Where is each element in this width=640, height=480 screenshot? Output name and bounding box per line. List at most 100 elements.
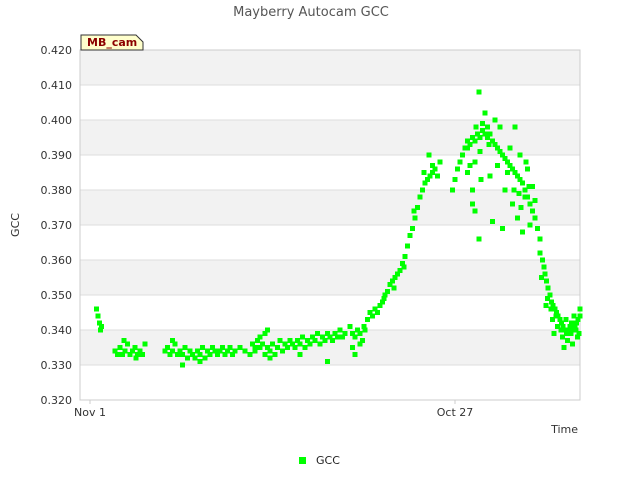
data-point [237,345,243,350]
data-point [272,352,278,357]
data-point [537,236,543,242]
data-point [277,338,283,343]
data-point [577,313,583,319]
grid-band [80,295,580,330]
data-point [530,208,535,214]
data-point [570,341,575,347]
data-point [500,226,505,231]
grid-band [80,50,580,85]
data-point [197,359,203,364]
data-point [477,135,483,140]
data-point [352,334,358,340]
chart-title: Mayberry Autocam GCC [233,5,389,20]
data-point [347,324,353,329]
data-point [465,145,470,151]
data-point [365,317,370,322]
data-point [285,345,290,350]
data-point [527,201,533,207]
data-point [435,173,440,179]
data-point [490,219,495,224]
data-point [292,345,298,350]
data-point [192,355,198,361]
data-point [480,121,485,126]
data-point [350,345,355,350]
data-point [565,338,570,343]
data-point [477,149,483,154]
data-point [507,145,513,151]
y-tick-label: 0.330 [41,359,73,372]
data-point [330,338,335,343]
data-point [455,166,460,172]
data-point [375,310,380,315]
legend-swatch [299,457,306,464]
data-point [430,163,435,168]
data-point [325,359,330,364]
data-point [457,159,463,165]
data-point [525,166,530,172]
data-point [470,187,475,193]
data-point [207,352,213,357]
y-tick-label: 0.370 [41,219,73,232]
y-tick-label: 0.360 [41,254,73,267]
data-point [522,194,528,200]
data-point [370,313,375,319]
data-point [487,173,493,179]
data-point [512,124,518,130]
data-point [472,159,478,165]
data-point [362,327,368,333]
data-point [526,184,532,189]
y-tick-label: 0.410 [41,79,73,92]
data-point [300,334,305,340]
data-point [342,331,348,336]
data-point [94,306,99,312]
data-point [132,345,138,350]
data-point [260,341,265,347]
data-point [385,289,390,294]
data-point [182,345,188,350]
data-point [551,331,557,336]
data-point [170,338,175,343]
data-point [576,331,582,336]
data-point [412,215,418,221]
data-point [497,124,503,130]
data-point [472,138,478,144]
data-point [170,348,175,354]
data-point [337,327,343,333]
grid-band [80,260,580,295]
data-point [202,355,208,361]
data-point [297,341,303,347]
data-point [357,341,363,347]
y-tick-label: 0.350 [41,289,73,302]
data-point [180,362,185,368]
data-point [317,341,323,347]
y-tick-label: 0.380 [41,184,73,197]
data-point [545,285,551,291]
legend-label: GCC [316,454,340,467]
data-point [535,226,540,231]
data-point [307,341,313,347]
data-point [322,338,328,343]
data-point [270,341,275,347]
data-point [539,275,544,280]
data-point [115,352,120,357]
data-point [452,177,458,182]
grid-band [80,85,580,120]
y-axis: 0.320 0.330 0.340 0.350 0.360 0.370 0.380 0.390… [41,44,73,407]
data-point [437,159,443,165]
y-tick-label: 0.390 [41,149,73,162]
data-point [142,341,148,347]
data-point [335,334,340,340]
data-point [265,327,270,333]
data-point [410,226,415,231]
data-point [420,187,425,193]
data-point [133,355,139,361]
data-point [262,352,268,357]
data-point [560,334,565,340]
data-point [95,313,101,319]
x-axis: Nov 1 Oct 27 [74,400,473,419]
y-tick-label: 0.420 [41,44,73,57]
data-point [242,348,248,354]
data-point [417,194,423,200]
y-tick-label: 0.340 [41,324,73,337]
data-point [553,313,559,319]
